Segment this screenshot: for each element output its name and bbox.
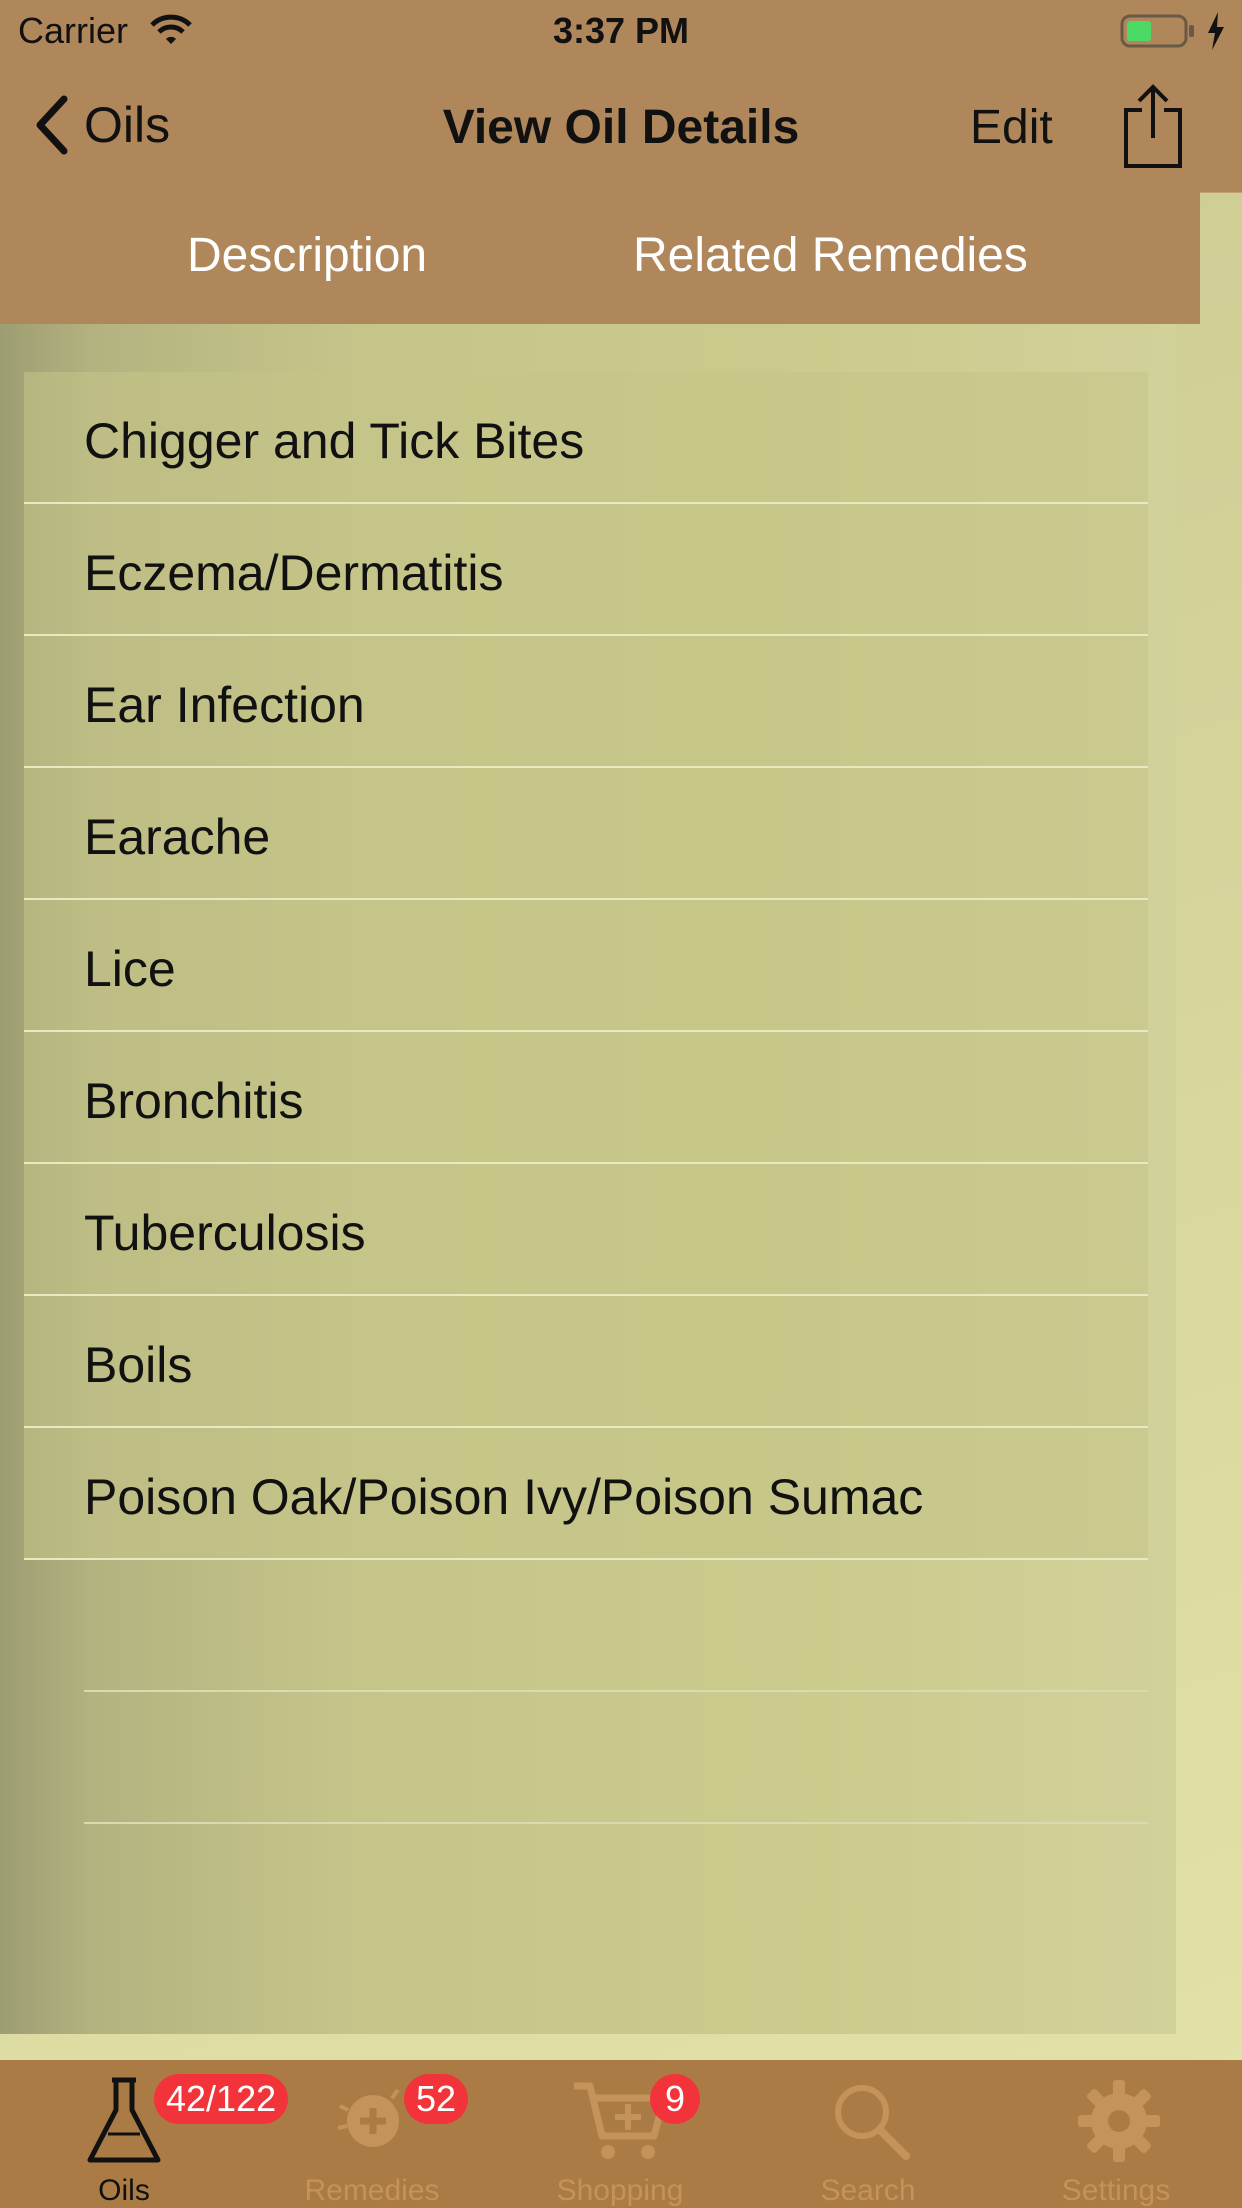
list-item-label: Poison Oak/Poison Ivy/Poison Sumac <box>84 1469 924 1525</box>
list-item[interactable]: Eczema/Dermatitis <box>24 504 1148 636</box>
chevron-left-icon <box>36 95 68 155</box>
search-icon <box>835 2085 910 2160</box>
tabbar-item-shopping[interactable]: 9 Shopping <box>496 2060 744 2208</box>
share-icon[interactable] <box>1122 84 1184 168</box>
tabbar-item-remedies[interactable]: 52 Remedies <box>248 2060 496 2208</box>
list-item[interactable]: Chigger and Tick Bites <box>24 372 1148 504</box>
segment-tabs: Description Related Remedies <box>0 192 1200 324</box>
flask-icon <box>87 2077 161 2163</box>
list-item-label: Eczema/Dermatitis <box>84 545 504 601</box>
list-item-label: Tuberculosis <box>84 1205 366 1261</box>
empty-row <box>24 1692 1148 1824</box>
tabbar-label-remedies: Remedies <box>304 2174 440 2207</box>
list-item-label: Chigger and Tick Bites <box>84 413 585 469</box>
back-button[interactable]: Oils <box>32 90 170 160</box>
list-item[interactable]: Earache <box>24 768 1148 900</box>
list-item-label: Earache <box>84 809 271 865</box>
tab-related-remedies[interactable]: Related Remedies <box>633 228 1028 283</box>
tabbar-item-search[interactable]: Search <box>744 2060 992 2208</box>
status-time: 3:37 PM <box>552 10 690 51</box>
tabbar-item-settings[interactable]: Settings <box>992 2060 1240 2208</box>
tabbar-label-shopping: Shopping <box>556 2174 684 2207</box>
list-item[interactable]: Lice <box>24 900 1148 1032</box>
tabbar-label-search: Search <box>820 2174 916 2207</box>
empty-row <box>24 1560 1148 1692</box>
tabbar-label-oils: Oils <box>98 2174 150 2207</box>
list-item[interactable]: Bronchitis <box>24 1032 1148 1164</box>
divider <box>84 1822 1148 1824</box>
gear-icon <box>1078 2080 1160 2162</box>
list-item-label: Boils <box>84 1337 193 1393</box>
back-button-label: Oils <box>84 97 171 153</box>
tabbar-item-oils[interactable]: 42/122 Oils <box>0 2060 289 2208</box>
tabbar-label-settings: Settings <box>1061 2174 1171 2207</box>
shopping-count-badge: 9 <box>650 2074 700 2124</box>
tab-bar: 42/122 Oils 52 Remedies 9 Shopping Searc… <box>0 2060 1242 2208</box>
list-item[interactable]: Boils <box>24 1296 1148 1428</box>
tab-description[interactable]: Description <box>187 228 427 283</box>
edit-button[interactable]: Edit <box>970 100 1053 155</box>
list-item[interactable]: Ear Infection <box>24 636 1148 768</box>
battery-icon <box>1120 14 1194 48</box>
list-item-label: Ear Infection <box>84 677 365 733</box>
remedies-count-badge: 52 <box>404 2074 469 2124</box>
list-item[interactable]: Poison Oak/Poison Ivy/Poison Sumac <box>24 1428 1148 1560</box>
status-bar: Carrier 3:37 PM <box>0 0 1242 62</box>
top-bar: Carrier 3:37 PM Oils View Oil Details Ed… <box>0 0 1242 193</box>
page-title: View Oil Details <box>442 101 800 154</box>
list-item-label: Lice <box>84 941 176 997</box>
list-item-label: Bronchitis <box>84 1073 304 1129</box>
related-remedies-list: Chigger and Tick Bites Eczema/Dermatitis… <box>24 372 1148 1824</box>
nav-bar: Oils View Oil Details Edit <box>0 62 1242 193</box>
charging-icon <box>1208 12 1224 50</box>
content-panel: Chigger and Tick Bites Eczema/Dermatitis… <box>0 324 1176 2034</box>
list-item[interactable]: Tuberculosis <box>24 1164 1148 1296</box>
